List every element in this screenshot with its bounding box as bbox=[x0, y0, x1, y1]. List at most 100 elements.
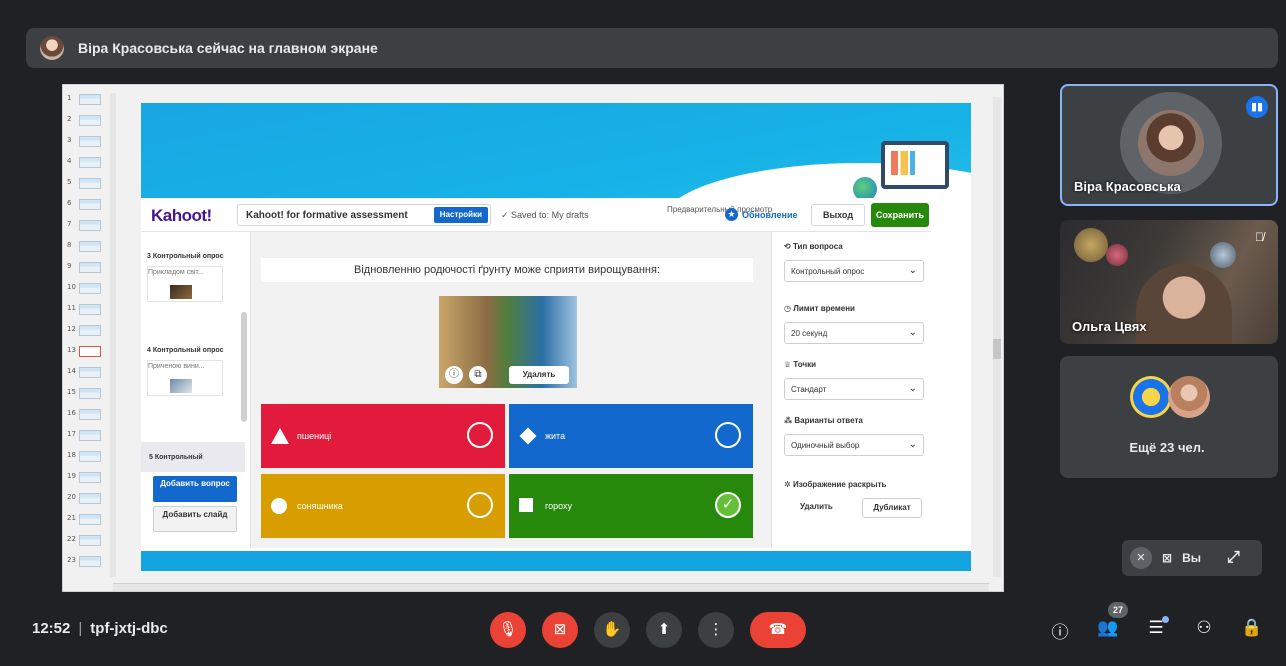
more-participants-tile[interactable]: Ещё 23 чел. bbox=[1060, 356, 1278, 478]
meeting-info: 12:52 | tpf-jxtj-dbc bbox=[32, 620, 168, 637]
activities-icon[interactable]: ⚇ bbox=[1192, 618, 1216, 638]
question-media-image[interactable]: ⓘ ⧉ Удалять bbox=[439, 296, 577, 388]
settings-button[interactable]: Настройки bbox=[433, 207, 488, 223]
question-list-item[interactable]: 4 Контрольный опрос Приченою вини... bbox=[147, 344, 237, 396]
slide-thumb[interactable]: 8 bbox=[65, 238, 109, 256]
upgrade-label: Обновление bbox=[742, 209, 798, 220]
correct-toggle[interactable] bbox=[467, 422, 493, 448]
raise-hand-button[interactable]: ✋ bbox=[594, 612, 630, 648]
slide-thumb[interactable]: 21 bbox=[65, 511, 109, 529]
answer-option[interactable]: соняшника bbox=[261, 474, 505, 538]
question-settings-panel: ⟲ Тип вопроса Контрольный опрос ⌄ ◷ Лимит… bbox=[771, 232, 931, 548]
slide-thumb[interactable]: 10 bbox=[65, 280, 109, 298]
kahoot-title-field[interactable]: Kahoot! for formative assessment Настрой… bbox=[237, 204, 491, 226]
slide-thumb-selected[interactable]: 13 bbox=[65, 343, 109, 361]
participant-name: Віра Красовська bbox=[1074, 179, 1181, 194]
question-type-select[interactable]: Контрольный опрос ⌄ bbox=[784, 260, 924, 282]
question-text[interactable]: Відновленню родючості ґрунту може сприят… bbox=[261, 258, 753, 282]
slide-thumb[interactable]: 16 bbox=[65, 406, 109, 424]
answer-text: пшениці bbox=[297, 431, 332, 441]
info-icon[interactable]: ⓘ bbox=[1048, 618, 1072, 643]
people-icon[interactable]: 👥 bbox=[1096, 618, 1120, 638]
current-time: 12:52 bbox=[32, 620, 71, 637]
slide-thumb[interactable]: 12 bbox=[65, 322, 109, 340]
participant-tile-presenter[interactable]: ▮▮ Віра Красовська bbox=[1060, 84, 1278, 206]
question-item-image bbox=[170, 285, 192, 299]
info-icon[interactable]: ⓘ bbox=[445, 366, 463, 384]
question-type-label: ⟲ Тип вопроса bbox=[784, 242, 843, 251]
square-icon bbox=[519, 498, 533, 512]
time-limit-section: ◷ Лимит времени 20 секунд ⌄ bbox=[784, 302, 924, 344]
thumbnail-scrollbar[interactable] bbox=[110, 93, 116, 577]
self-view-bar[interactable]: ✕ ⊠ Вы ⤢ bbox=[1122, 540, 1262, 576]
slide-thumb[interactable]: 14 bbox=[65, 364, 109, 382]
question-list-item[interactable]: 3 Контрольный опрос Прикладом світ... bbox=[147, 250, 237, 302]
slide-thumbnails: 1 2 3 4 5 6 7 8 9 10 11 12 13 14 15 16 1… bbox=[63, 91, 111, 581]
hand-icon: ✋ bbox=[602, 621, 622, 638]
slide-thumb[interactable]: 17 bbox=[65, 427, 109, 445]
horizontal-scrollbar[interactable] bbox=[113, 583, 989, 591]
question-item-image bbox=[170, 379, 192, 393]
question-list-scrollbar[interactable] bbox=[241, 312, 247, 422]
add-question-button[interactable]: Добавить вопрос bbox=[153, 476, 237, 502]
host-controls-lock-icon[interactable]: 🔒 bbox=[1240, 618, 1264, 638]
slide-thumb[interactable]: 23 bbox=[65, 553, 109, 571]
question-item-title: 3 Контрольный опрос bbox=[147, 253, 224, 260]
correct-toggle[interactable] bbox=[467, 492, 493, 518]
answer-option[interactable]: гороху ✓ bbox=[509, 474, 753, 538]
slide-thumb[interactable]: 3 bbox=[65, 133, 109, 151]
mic-off-icon: 🎙̸ bbox=[1255, 230, 1264, 244]
answer-option[interactable]: жита bbox=[509, 404, 753, 468]
star-icon: ★ bbox=[725, 208, 738, 221]
points-select[interactable]: Стандарт ⌄ bbox=[784, 378, 924, 400]
upgrade-button[interactable]: ★ Обновление bbox=[725, 208, 798, 221]
slide-thumb[interactable]: 2 bbox=[65, 112, 109, 130]
delete-media-button[interactable]: Удалять bbox=[509, 366, 569, 384]
answer-options-select[interactable]: Одиночный выбор ⌄ bbox=[784, 434, 924, 456]
more-options-button[interactable]: ⋮ bbox=[698, 612, 734, 648]
add-slide-button[interactable]: Добавить слайд bbox=[153, 506, 237, 532]
slide-thumb[interactable]: 11 bbox=[65, 301, 109, 319]
expand-icon[interactable]: ⤢ bbox=[1227, 549, 1240, 567]
answer-options-label: ⁂ Варианты ответа bbox=[784, 416, 863, 425]
time-limit-select[interactable]: 20 секунд ⌄ bbox=[784, 322, 924, 344]
slide-thumb[interactable]: 1 bbox=[65, 91, 109, 109]
presenter-banner-text: Віра Красовська сейчас на главном экране bbox=[78, 40, 378, 56]
presenter-banner: Віра Красовська сейчас на главном экране bbox=[26, 28, 1278, 68]
question-list-item-selected[interactable]: 5 Контрольный bbox=[141, 442, 245, 472]
camera-off-icon: ⊠ bbox=[553, 621, 567, 638]
slide-thumb[interactable]: 22 bbox=[65, 532, 109, 550]
time-limit-label: ◷ Лимит времени bbox=[784, 304, 855, 313]
correct-toggle-checked[interactable]: ✓ bbox=[715, 492, 741, 518]
answer-option[interactable]: пшениці bbox=[261, 404, 505, 468]
image-reveal-label: ✲ Изображение раскрыть bbox=[784, 480, 887, 489]
answer-text: жита bbox=[545, 431, 566, 441]
slide-thumb[interactable]: 19 bbox=[65, 469, 109, 487]
shared-screen: 1 2 3 4 5 6 7 8 9 10 11 12 13 14 15 16 1… bbox=[62, 84, 1004, 592]
correct-toggle[interactable] bbox=[715, 422, 741, 448]
slide-footer-band bbox=[141, 551, 971, 571]
slide-scrollbar[interactable] bbox=[993, 97, 1001, 577]
speaking-indicator-icon: ▮▮ bbox=[1246, 96, 1268, 118]
slide-thumb[interactable]: 20 bbox=[65, 490, 109, 508]
duplicate-question-button[interactable]: Дубликат bbox=[862, 498, 922, 518]
slide-thumb[interactable]: 7 bbox=[65, 217, 109, 235]
mic-toggle-button[interactable]: 🎙 bbox=[490, 612, 526, 648]
slide-thumb[interactable]: 18 bbox=[65, 448, 109, 466]
delete-question-button[interactable]: Удалить bbox=[800, 502, 833, 511]
chevron-down-icon: ⌄ bbox=[908, 383, 917, 394]
save-button[interactable]: Сохранить bbox=[871, 203, 929, 227]
camera-toggle-button[interactable]: ⊠ bbox=[542, 612, 578, 648]
slide-thumb[interactable]: 9 bbox=[65, 259, 109, 277]
present-screen-button[interactable]: ⬆ bbox=[646, 612, 682, 648]
leave-call-button[interactable]: ☎ bbox=[750, 612, 806, 648]
exit-button[interactable]: Выход bbox=[811, 204, 865, 226]
chat-notification-dot bbox=[1162, 616, 1169, 623]
question-item-title: 4 Контрольный опрос bbox=[147, 347, 224, 354]
crop-icon[interactable]: ⧉ bbox=[469, 366, 487, 384]
slide-thumb[interactable]: 6 bbox=[65, 196, 109, 214]
participant-tile[interactable]: 🎙̸ Ольга Цвях bbox=[1060, 220, 1278, 344]
slide-thumb[interactable]: 5 bbox=[65, 175, 109, 193]
slide-thumb[interactable]: 15 bbox=[65, 385, 109, 403]
slide-thumb[interactable]: 4 bbox=[65, 154, 109, 172]
